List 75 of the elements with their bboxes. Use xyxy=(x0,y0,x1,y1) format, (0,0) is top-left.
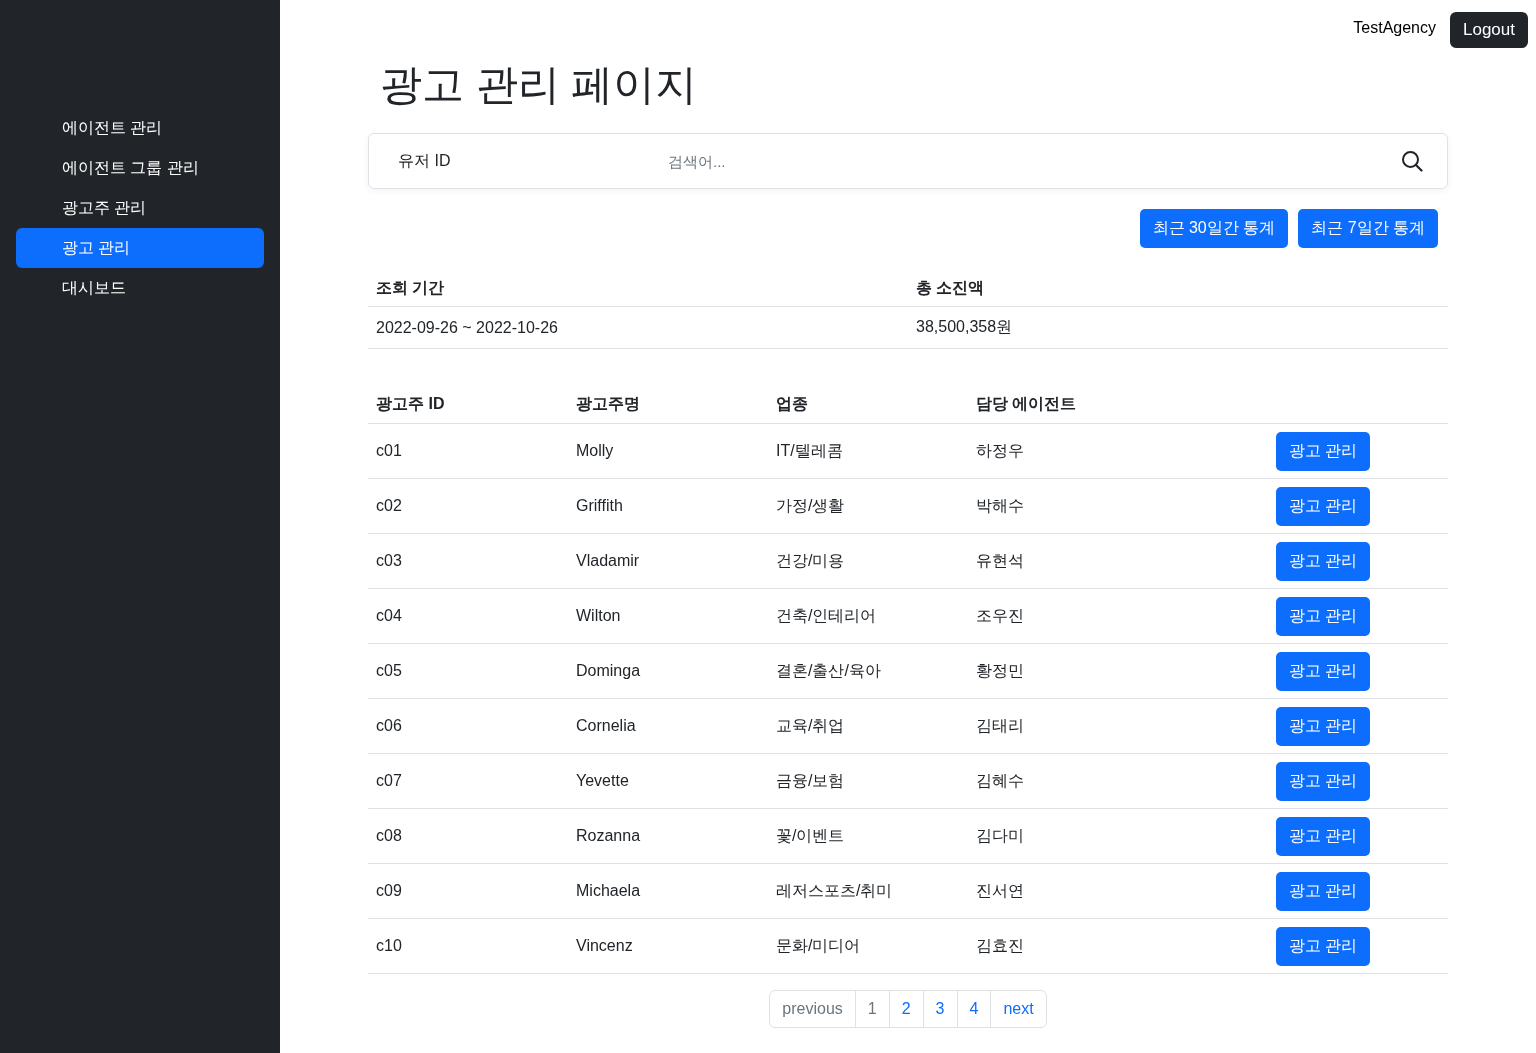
logout-button[interactable]: Logout xyxy=(1450,12,1528,48)
table-cell-text: 유현석 xyxy=(975,550,1025,571)
table-cell-text: 건축/인테리어 xyxy=(775,605,878,626)
table-cell-text: Molly xyxy=(575,442,615,460)
table-cell-text: 2022-09-26 ~ 2022-10-26 xyxy=(375,318,559,337)
table-cell-text: 조우진 xyxy=(975,605,1025,626)
manage-ads-button[interactable]: 광고 관리 xyxy=(1276,431,1371,471)
table-cell-text: 김혜수 xyxy=(975,770,1025,791)
column-header: 업종 xyxy=(775,393,809,414)
sidebar-item[interactable]: 에이전트 관리 xyxy=(16,108,264,148)
column-header: 광고주 ID xyxy=(375,393,446,414)
manage-ads-button[interactable]: 광고 관리 xyxy=(1276,651,1371,691)
table-cell-text: Griffith xyxy=(575,497,624,515)
page-link[interactable]: 4 xyxy=(956,991,991,1027)
table-cell-text: 하정우 xyxy=(975,440,1025,461)
table-cell-text: 교육/취업 xyxy=(775,715,846,736)
manage-ads-button[interactable]: 광고 관리 xyxy=(1276,596,1371,636)
stats-button[interactable]: 최근 30일간 통계 xyxy=(1139,209,1289,248)
search-icon[interactable] xyxy=(1401,150,1423,172)
table-cell-text: Vladamir xyxy=(575,552,641,570)
column-header: 담당 에이전트 xyxy=(975,393,1078,414)
stats-button[interactable]: 최근 7일간 통계 xyxy=(1298,209,1438,248)
manage-ads-button[interactable]: 광고 관리 xyxy=(1276,541,1371,581)
table-cell-text: 진서연 xyxy=(975,880,1025,901)
next-link[interactable]: next xyxy=(990,991,1046,1027)
table-cell-text: Vincenz xyxy=(575,937,634,955)
manage-ads-button[interactable]: 광고 관리 xyxy=(1276,486,1371,526)
column-header: 광고주명 xyxy=(575,393,641,414)
table-cell-text: 김태리 xyxy=(975,715,1025,736)
page-link[interactable]: 3 xyxy=(922,991,957,1027)
manage-ads-button[interactable]: 광고 관리 xyxy=(1276,926,1371,966)
column-header: 총 소진액 xyxy=(915,277,986,298)
table-cell-text: c08 xyxy=(375,827,403,845)
table-cell-text: c01 xyxy=(375,442,403,460)
table-cell-text: c02 xyxy=(375,497,403,515)
manage-ads-button[interactable]: 광고 관리 xyxy=(1276,871,1371,911)
table-cell-text: Wilton xyxy=(575,607,622,625)
table-cell-text: 건강/미용 xyxy=(775,550,846,571)
table-cell-text: c05 xyxy=(375,662,403,680)
table-cell-text: Cornelia xyxy=(575,717,637,735)
sidebar-item[interactable]: 에이전트 그룹 관리 xyxy=(16,148,264,188)
manage-ads-button[interactable]: 광고 관리 xyxy=(1276,706,1371,746)
user-name: TestAgency xyxy=(1353,19,1436,37)
table-cell-text: 레저스포츠/취미 xyxy=(775,880,894,901)
table-cell-text: Yevette xyxy=(575,772,630,790)
sidebar-item[interactable]: 광고 관리 xyxy=(16,228,264,268)
sidebar-item[interactable]: 대시보드 xyxy=(16,268,264,308)
table-cell-text: 가정/생활 xyxy=(775,495,846,516)
table-cell-text: 문화/미디어 xyxy=(775,935,862,956)
sidebar-item[interactable]: 광고주 관리 xyxy=(16,188,264,228)
table-cell-text: c09 xyxy=(375,882,403,900)
table-cell-text: c03 xyxy=(375,552,403,570)
table-cell-text: 꽃/이벤트 xyxy=(775,825,846,846)
table-cell-text: c10 xyxy=(375,937,403,955)
table-cell-text: 황정민 xyxy=(975,660,1025,681)
table-cell-text: 박해수 xyxy=(975,495,1025,516)
table-cell-text: Michaela xyxy=(575,882,642,900)
table-cell-text: 38,500,358원 xyxy=(915,317,1014,337)
table-cell-text: Rozanna xyxy=(575,827,642,845)
page-title: 광고 관리 페이지 xyxy=(380,60,699,110)
table-cell-text: IT/텔레콤 xyxy=(775,440,844,461)
manage-ads-button[interactable]: 광고 관리 xyxy=(1276,816,1371,856)
table-cell-text: c06 xyxy=(375,717,403,735)
table-cell-text: c04 xyxy=(375,607,403,625)
table-cell-text: c07 xyxy=(375,772,403,790)
table-cell-text: 결혼/출산/육아 xyxy=(775,660,882,681)
manage-ads-button[interactable]: 광고 관리 xyxy=(1276,761,1371,801)
table-cell-text: 금융/보험 xyxy=(775,770,846,791)
page-link[interactable]: 2 xyxy=(888,991,923,1027)
search-label: 유저 ID xyxy=(398,150,452,171)
search-bar[interactable]: 유저 ID 검색어... xyxy=(368,133,1448,189)
table-cell-text: Dominga xyxy=(575,662,642,680)
column-header: 조회 기간 xyxy=(375,277,446,298)
table-cell-text: 김다미 xyxy=(975,825,1025,846)
table-cell-text: 김효진 xyxy=(975,935,1025,956)
